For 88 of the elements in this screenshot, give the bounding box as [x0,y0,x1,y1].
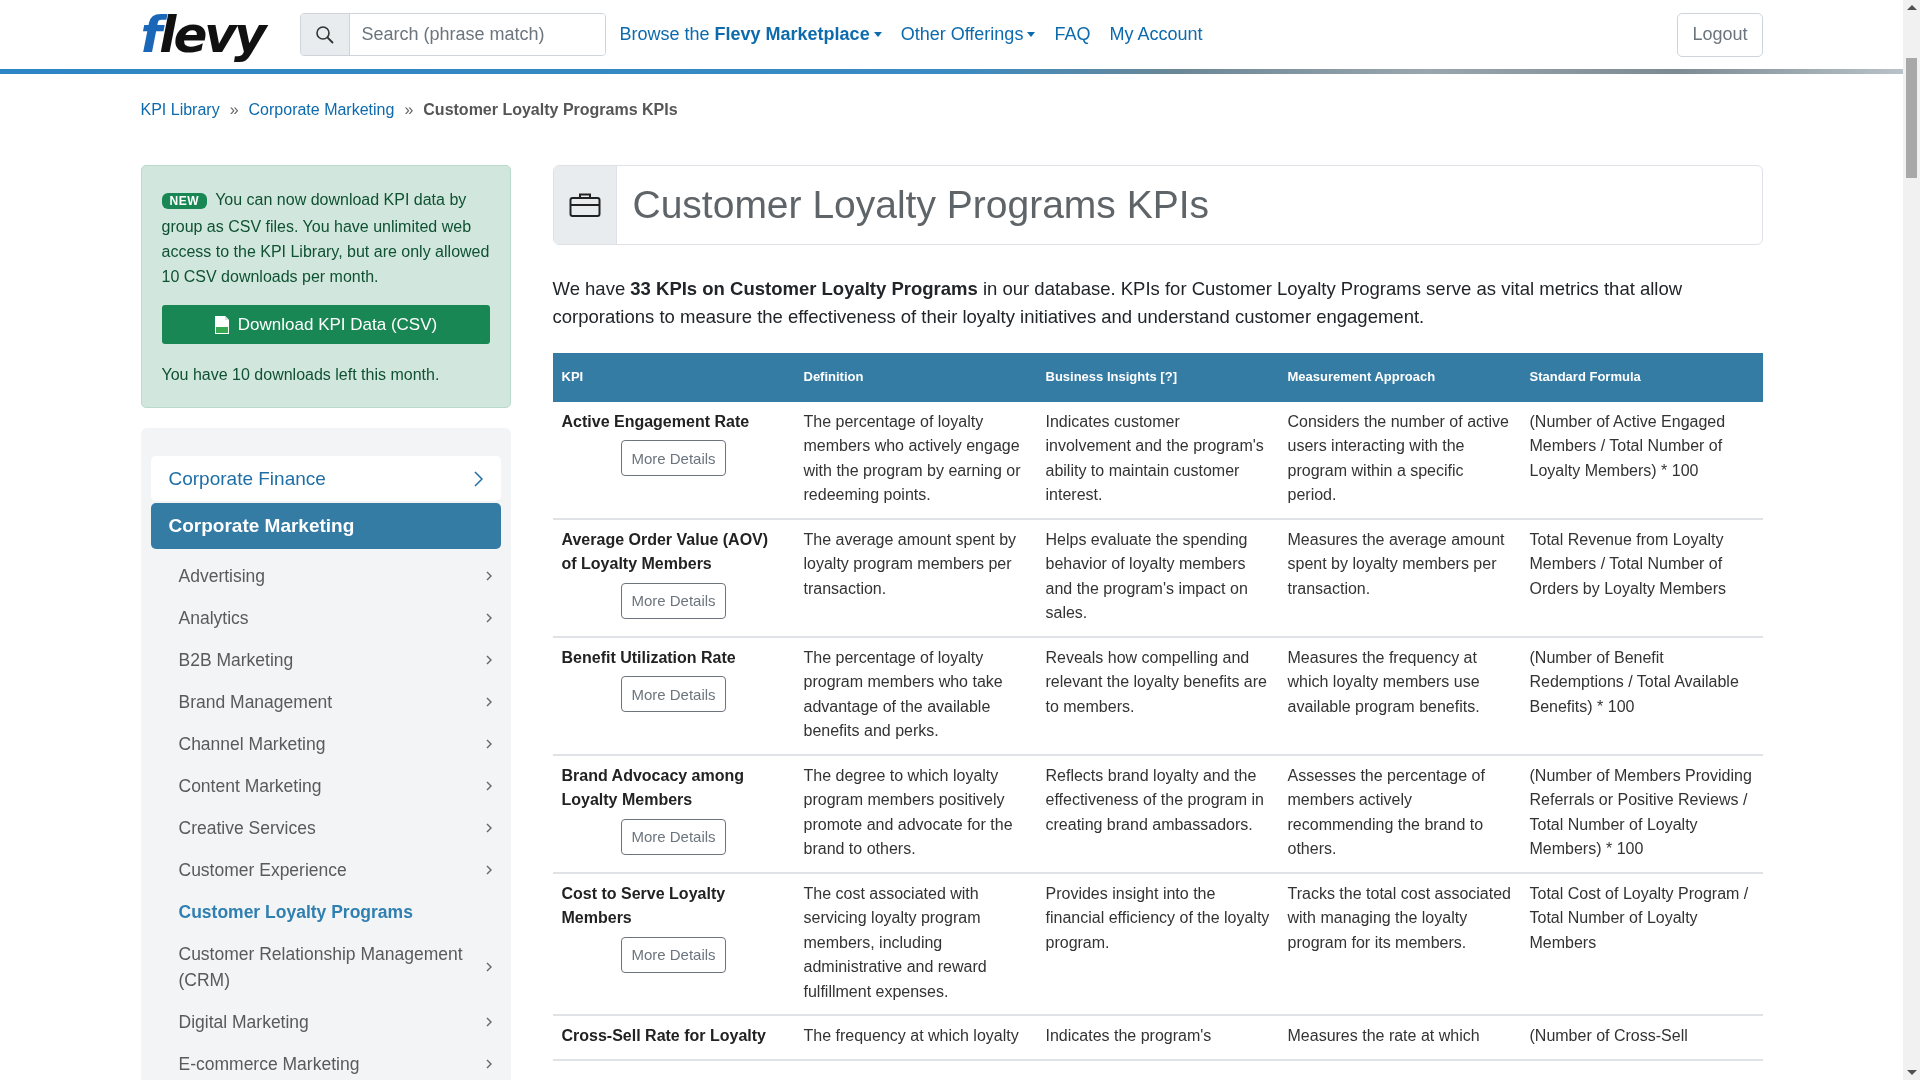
column-header: Definition [794,353,1037,402]
download-button[interactable]: Download KPI Data (CSV) [161,305,490,344]
table-cell: (Number of Active Engaged Members / Total Number of Loyalty Members) * 100 [1520,401,1763,519]
more-details-button[interactable]: More Details [621,936,726,973]
page-title: Customer Loyalty Programs KPIs [632,183,1210,227]
column-header: Standard Formula [1520,353,1763,402]
breadcrumb-separator: » [404,101,414,119]
table-cell: The cost associated with servicing loyalty program members, including administrative and reward fulfillment expenses. [794,872,1037,1015]
chevron-right-icon [484,571,493,581]
table-cell: The percentage of loyalty program members who take advantage of the available benefits and perks. [794,636,1037,755]
scrollbar[interactable] [1903,0,1920,1080]
table-cell: The average amount spent by loyalty program members per transaction. [794,518,1037,637]
nav-link[interactable]: FAQ [1054,24,1091,45]
breadcrumb-link[interactable]: Corporate Marketing [248,101,395,119]
table-cell: (Number of Cross-Sell [1520,1015,1763,1060]
kpi-name: Active Engagement Rate [561,411,751,432]
logout-button[interactable]: Logout [1677,12,1763,57]
subcategory-item[interactable]: Customer Relationship Management (CRM) [150,933,501,1001]
chevron-right-icon [472,470,483,487]
subcategory-item[interactable]: Analytics [150,597,501,639]
subcategory-item[interactable]: Brand Management [150,681,501,723]
chevron-right-icon [484,1059,493,1069]
table-cell: The frequency at which loyalty [794,1015,1037,1060]
category-item[interactable]: Corporate Marketing [150,503,501,549]
table-cell: The percentage of loyalty members who actively engage with the program by earning or redeeming points. [794,401,1037,519]
subcategory-item[interactable]: E-commerce Marketing [150,1043,501,1080]
table-cell: Considers the number of active users interacting with the program within a specific period. [1278,401,1521,519]
more-details-button[interactable]: More Details [621,582,726,619]
more-details-button[interactable]: More Details [621,676,726,712]
table-cell: The degree to which loyalty program members positively promote and advocate for the brand to others. [794,754,1037,873]
table-cell: Measures the average amount spent by loyalty members per transaction. [1278,518,1521,637]
table-cell: Total Revenue from Loyalty Members / Total Number of Orders by Loyalty Members [1520,518,1763,637]
table-cell: Measures the rate at which [1278,1015,1521,1060]
category-item[interactable]: Corporate Finance [150,456,501,501]
flevy-logo[interactable]: flevy [140,3,272,66]
kpi-name: Benefit Utilization Rate [561,647,737,668]
chevron-right-icon [484,697,493,707]
table-cell: Helps evaluate the spending behavior of loyalty members and the program's impact on sales. [1036,518,1279,637]
search-icon [314,24,335,45]
table-cell: Total Cost of Loyalty Program / Total Number of Loyalty Members [1520,872,1763,1015]
downloads-remaining: You have 10 downloads left this month. [161,365,441,385]
subcategory-item[interactable]: Digital Marketing [150,1001,501,1043]
table-cell: Reveals how compelling and relevant the loyalty benefits are to members. [1036,636,1279,755]
kpi-name: Brand Advocacy among Loyalty Members [561,765,746,810]
intro-paragraph: We have 33 KPIs on Customer Loyalty Programs in our database. KPIs for Customer Loyalty Programs serve as vital metrics that allow corporations to measure the effectiveness of their loyalty initiatives and understand customer engagement. [552,277,1684,329]
more-details-button[interactable]: More Details [621,440,726,476]
briefcase-icon [568,192,601,218]
column-header: Business Insights [?] [1036,353,1279,402]
subcategory-item[interactable]: Content Marketing [150,765,501,807]
column-header: KPI [552,353,795,402]
subcategory-item[interactable]: Channel Marketing [150,723,501,765]
subcategory-item[interactable]: Customer Experience [150,849,501,891]
table-cell: Measures the frequency at which loyalty members use available program benefits. [1278,636,1521,755]
chevron-right-icon [484,823,493,833]
chevron-right-icon [484,781,493,791]
subcategory-item[interactable]: Customer Loyalty Programs [150,891,501,933]
nav-link[interactable]: My Account [1109,24,1203,45]
new-badge: NEW [161,193,207,209]
dropdown-menu-link[interactable]: Other Offerings [900,24,1036,45]
column-header: Measurement Approach [1278,353,1521,402]
spreadsheet-icon [213,314,230,335]
chevron-right-icon [484,739,493,749]
kpi-name: Cost to Serve Loyalty Members [561,883,727,928]
subcategory-item[interactable]: Advertising [150,555,501,597]
breadcrumb-current: Customer Loyalty Programs KPIs [423,101,678,119]
more-details-button[interactable]: More Details [621,818,726,855]
notice-text: NEW You can now download KPI data by group as CSV files. You have unlimited web access to the KPI Library, but are only allowed 10 CSV downloads per month. [161,190,490,287]
subcategory-item[interactable]: B2B Marketing [150,639,501,681]
chevron-right-icon [484,1017,493,1027]
kpi-name: Cross-Sell Rate for Loyalty [561,1026,767,1046]
chevron-right-icon [484,865,493,875]
kpi-name: Average Order Value (AOV) of Loyalty Members [561,529,770,574]
table-cell: Provides insight into the financial efficiency of the loyalty program. [1036,872,1279,1015]
chevron-right-icon [484,962,493,972]
dropdown-menu-link[interactable]: Browse the Flevy Marketplace [619,24,882,45]
table-cell: Indicates the program's [1036,1015,1279,1060]
table-cell: Tracks the total cost associated with managing the loyalty program for its members. [1278,872,1521,1015]
table-cell: Reflects brand loyalty and the effectiveness of the program in creating brand ambassadors. [1036,754,1279,873]
table-cell: (Number of Members Providing Referrals or Positive Reviews / Total Number of Loyalty Members) * 100 [1520,754,1763,873]
search-field[interactable]: Search (phrase match) [299,13,606,56]
breadcrumb-separator: » [229,101,239,119]
table-cell: Assesses the percentage of members actively recommending the brand to others. [1278,754,1521,873]
chevron-right-icon [484,613,493,623]
table-cell: (Number of Benefit Redemptions / Total Available Benefits) * 100 [1520,636,1763,755]
table-cell: Indicates customer involvement and the program's ability to maintain customer interest. [1036,401,1279,519]
breadcrumb-link[interactable]: KPI Library [140,101,220,119]
subcategory-item[interactable]: Creative Services [150,807,501,849]
chevron-right-icon [484,655,493,665]
